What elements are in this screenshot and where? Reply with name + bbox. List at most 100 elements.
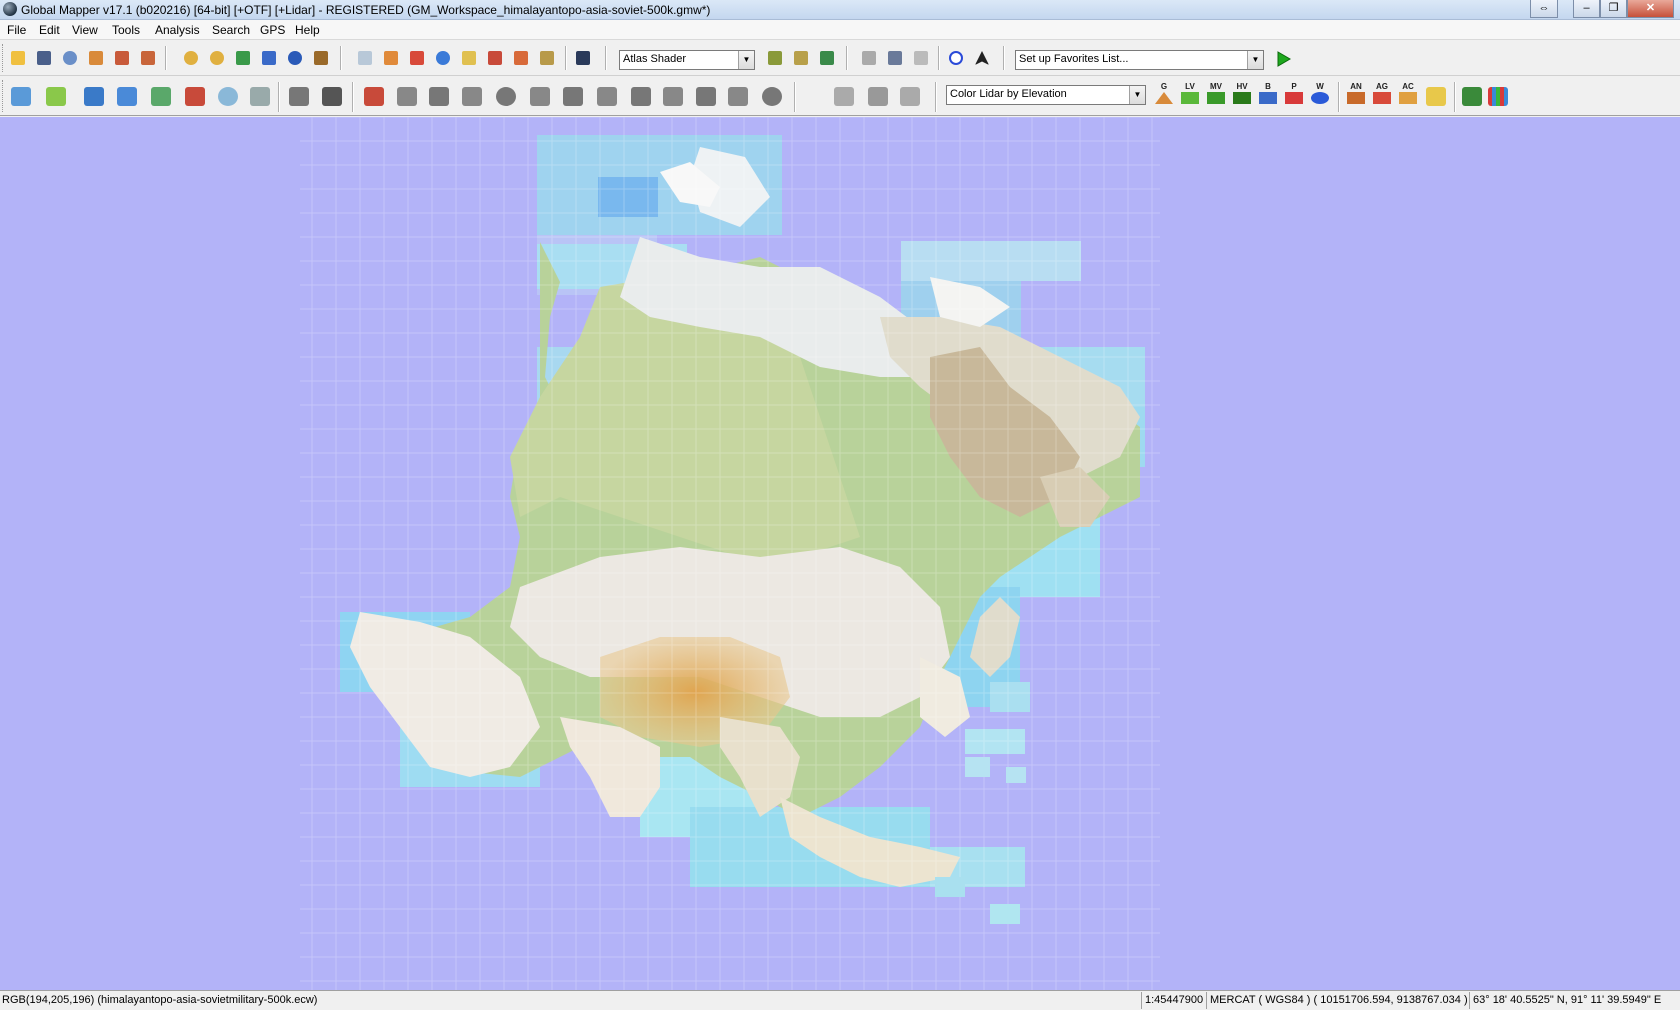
ground-icon	[1155, 92, 1173, 104]
menu-search[interactable]: Search	[212, 23, 250, 37]
buffer-icon	[218, 87, 238, 106]
create-line-button[interactable]	[42, 82, 70, 110]
digitizer-button[interactable]	[510, 47, 532, 69]
lidar-tool-7[interactable]	[559, 82, 587, 110]
grid-button[interactable]	[246, 82, 274, 110]
toolbar-grip[interactable]	[2, 80, 6, 112]
menu-edit[interactable]: Edit	[39, 23, 60, 37]
lidar-split-button[interactable]	[1458, 82, 1486, 110]
lidar-analysis-an-button[interactable]: AN	[1344, 82, 1368, 108]
toolbar-separator	[340, 46, 342, 70]
lidar-sample-icon	[696, 87, 716, 106]
buffer-button[interactable]	[214, 82, 242, 110]
chevron-down-icon[interactable]: ▼	[1247, 51, 1263, 69]
redraw-button[interactable]	[284, 47, 306, 69]
lidar-tool-6[interactable]	[526, 82, 554, 110]
menu-view[interactable]: View	[72, 23, 98, 37]
lidar-high-veg-button[interactable]: HV	[1230, 82, 1254, 108]
toolbar-grip[interactable]	[2, 44, 6, 72]
lidar-tool-4[interactable]	[458, 82, 486, 110]
lidar-tool-8[interactable]	[593, 82, 621, 110]
menu-file[interactable]: File	[7, 23, 26, 37]
3d-path-button[interactable]	[536, 47, 558, 69]
menu-help[interactable]: Help	[295, 23, 320, 37]
chevron-down-icon[interactable]: ▼	[738, 51, 754, 69]
restore-toggle-button[interactable]: ⇔	[1530, 0, 1558, 18]
rotate-button[interactable]	[910, 47, 932, 69]
config-button[interactable]	[111, 47, 133, 69]
map-view[interactable]	[0, 117, 1680, 990]
lidar-low-veg-button[interactable]: LV	[1178, 82, 1202, 108]
create-area-button[interactable]	[7, 82, 35, 110]
lidar-tool-5[interactable]	[492, 82, 520, 110]
elevation-legend-button[interactable]	[816, 47, 838, 69]
lidar-tool-14[interactable]	[830, 82, 858, 110]
lidar-powerline-button[interactable]: P	[1282, 82, 1306, 108]
zoom-to-layer-button[interactable]	[232, 47, 254, 69]
profile-points-button[interactable]	[318, 82, 346, 110]
menu-gps[interactable]: GPS	[260, 23, 285, 37]
lidar-grid-button[interactable]	[1484, 82, 1512, 110]
edit-points-button[interactable]	[285, 82, 313, 110]
edit-vertex-button[interactable]	[80, 82, 108, 110]
zoom-out-button[interactable]	[206, 47, 228, 69]
measure-tool-button[interactable]	[406, 47, 428, 69]
lidar-tool-3[interactable]	[425, 82, 453, 110]
run-favorite-button[interactable]	[1274, 50, 1292, 68]
online-data-button[interactable]	[59, 47, 81, 69]
3d-view-button[interactable]	[790, 47, 812, 69]
control-center-button[interactable]	[85, 47, 107, 69]
zoom-out-icon	[210, 51, 224, 65]
save-button[interactable]	[33, 47, 55, 69]
move-feature-button[interactable]	[113, 82, 141, 110]
gps-track-button[interactable]	[945, 47, 967, 69]
feature-info-button[interactable]	[432, 47, 454, 69]
lidar-water-button[interactable]: W	[1308, 82, 1332, 108]
zoom-in-button[interactable]	[180, 47, 202, 69]
search-button[interactable]	[572, 47, 594, 69]
coords-button[interactable]	[181, 82, 209, 110]
lidar-color-select[interactable]: Color Lidar by Elevation ▼	[946, 85, 1146, 105]
lidar-tool-12[interactable]	[724, 82, 752, 110]
menu-tools[interactable]: Tools	[112, 23, 140, 37]
overview-button[interactable]	[858, 47, 880, 69]
north-arrow-button[interactable]	[971, 47, 993, 69]
lidar-tool-10[interactable]	[659, 82, 687, 110]
lidar-analysis-ag-button[interactable]: AG	[1370, 82, 1394, 108]
lidar-tool-9[interactable]	[627, 82, 655, 110]
split-view-button[interactable]	[310, 47, 332, 69]
close-button[interactable]: ✕	[1627, 0, 1674, 18]
lidar-tool-11[interactable]	[692, 82, 720, 110]
status-bar: RGB(194,205,196) (himalayantopo-asia-sov…	[0, 990, 1680, 1010]
lidar-button-label: G	[1160, 82, 1168, 91]
menu-analysis[interactable]: Analysis	[155, 23, 200, 37]
tower-icon	[488, 51, 502, 65]
lidar-tool-13[interactable]	[758, 82, 786, 110]
lidar-tool-1[interactable]	[360, 82, 388, 110]
pan-tool-button[interactable]	[380, 47, 402, 69]
lidar-building-button[interactable]: B	[1256, 82, 1280, 108]
split-arrows-icon	[1462, 87, 1482, 106]
layout-button[interactable]	[884, 47, 906, 69]
favorites-select[interactable]: Set up Favorites List... ▼	[1015, 50, 1264, 70]
lidar-tool-2[interactable]	[393, 82, 421, 110]
split-feature-button[interactable]	[147, 82, 175, 110]
zoom-tool-button[interactable]	[354, 47, 376, 69]
lidar-tool-16[interactable]	[896, 82, 924, 110]
lidar-analysis-ac-button[interactable]: AC	[1396, 82, 1420, 108]
tools-button[interactable]	[137, 47, 159, 69]
lidar-med-veg-button[interactable]: MV	[1204, 82, 1228, 108]
lidar-measure-button[interactable]	[1422, 82, 1450, 110]
lidar-ground-button[interactable]: G	[1152, 82, 1176, 108]
open-file-button[interactable]	[7, 47, 29, 69]
hill-shading-button[interactable]	[764, 47, 786, 69]
view-shed-button[interactable]	[484, 47, 506, 69]
lidar-tool-15[interactable]	[864, 82, 892, 110]
path-profile-button[interactable]	[458, 47, 480, 69]
chevron-down-icon[interactable]: ▼	[1129, 86, 1145, 104]
favorites-select-value: Set up Favorites List...	[1019, 53, 1129, 65]
maximize-button[interactable]: ❐	[1600, 0, 1627, 18]
minimize-button[interactable]: –	[1573, 0, 1600, 18]
shader-select[interactable]: Atlas Shader ▼	[619, 50, 755, 70]
full-view-button[interactable]	[258, 47, 280, 69]
